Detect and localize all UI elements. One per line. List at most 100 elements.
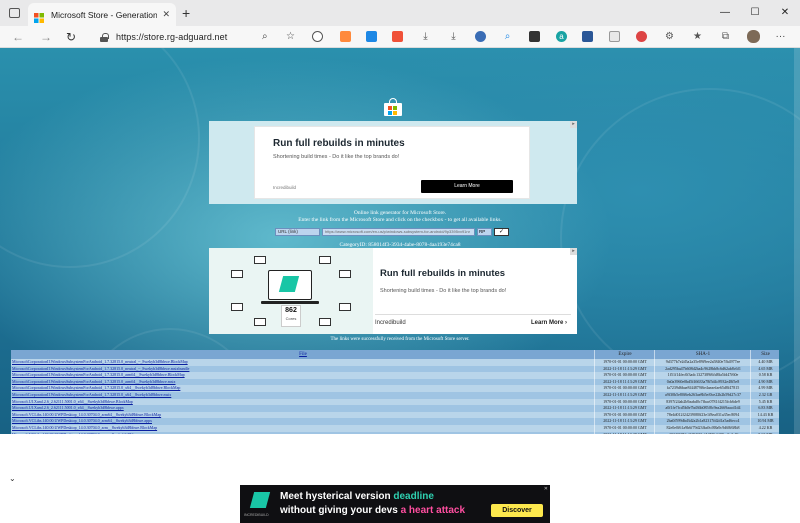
intro-text: Online link generator for Microsoft Stor…: [200, 210, 600, 224]
screenshot-icon[interactable]: [529, 31, 540, 42]
favorites-icon[interactable]: ★: [692, 31, 703, 42]
header-size: Size: [761, 352, 770, 357]
laptop-icon: [339, 270, 351, 278]
workspaces-icon[interactable]: [9, 8, 20, 18]
laptop-icon: [268, 270, 312, 300]
collections-icon[interactable]: ⧉: [720, 31, 731, 42]
lock-icon[interactable]: [100, 32, 109, 42]
file-link[interactable]: MicrosoftCorporationII.WindowsSubsystemF…: [11, 378, 595, 386]
ad-line-1b: deadline: [393, 491, 434, 502]
tab-microsoft-store[interactable]: Microsoft Store - Generation Pro ✕: [28, 3, 176, 26]
top-ad-banner[interactable]: ▸ Run full rebuilds in minutes Shortenin…: [209, 121, 577, 204]
file-link[interactable]: Microsoft.UI.Xaml.2.6_2.62111.5001.0_x64…: [11, 398, 595, 406]
save-icon[interactable]: ⤓: [448, 31, 459, 42]
cores-badge: 862 Cores: [281, 305, 301, 327]
ad-brand: Incredibuild: [273, 185, 297, 190]
submit-checkmark-button[interactable]: ✓: [494, 228, 509, 236]
size-cell: 4.90 MB: [758, 378, 773, 384]
file-link[interactable]: MicrosoftCorporationII.WindowsSubsystemF…: [11, 391, 595, 399]
refresh-button[interactable]: ↻: [66, 29, 76, 45]
ad-card[interactable]: Run full rebuilds in minutes Shortening …: [254, 126, 530, 199]
file-link[interactable]: MicrosoftCorporationII.WindowsSubsystemF…: [11, 359, 595, 366]
table-row: Microsoft.VCLibs.140.00.UWPDesktop_14.0.…: [11, 418, 779, 425]
type-select[interactable]: URL (link): [275, 228, 320, 236]
extensions-icon[interactable]: ⚙: [664, 31, 675, 42]
ad-learn-more-link[interactable]: Learn More ›: [531, 320, 567, 326]
ad-line-1a: Meet hysterical version: [280, 491, 394, 502]
size-cell: 2.32 GB: [758, 391, 773, 397]
file-link[interactable]: Microsoft.VCLibs.140.00.UWPDesktop_14.0.…: [11, 424, 595, 432]
intro-line-1: Online link generator for Microsoft Stor…: [353, 210, 447, 216]
close-tab-icon[interactable]: ✕: [162, 9, 170, 20]
forward-button[interactable]: →: [40, 29, 52, 45]
ad-learn-more-button[interactable]: Learn More: [421, 180, 513, 193]
add-favorite-icon[interactable]: ☆: [286, 29, 295, 45]
cloud-icon[interactable]: [475, 31, 486, 42]
ad-choices-icon[interactable]: ▸: [570, 248, 577, 255]
ring-select[interactable]: RP: [477, 228, 492, 236]
ad-headline: Run full rebuilds in minutes: [273, 138, 405, 149]
read-aloud-icon[interactable]: [312, 31, 323, 42]
close-window-button[interactable]: ✕: [770, 0, 800, 26]
laptop-base: [261, 301, 319, 304]
table-row: MicrosoftCorporationII.WindowsSubsystemF…: [11, 359, 779, 366]
bottom-ad-banner[interactable]: INCREDIBUILD Meet hysterical version dea…: [240, 485, 550, 523]
more-icon[interactable]: ···: [775, 31, 786, 42]
sha1-cell: 82e0e0f61a9b6f79d23fba9cf88a9c9d68f68b8: [655, 424, 751, 432]
expire-cell: 1970-01-01 00:00:00 GMT: [595, 424, 655, 432]
ad-line-2a: without giving your devs: [280, 505, 401, 516]
minimize-button[interactable]: —: [710, 0, 740, 26]
new-tab-button[interactable]: +: [182, 6, 190, 20]
window-controls: — ☐ ✕: [710, 0, 800, 26]
address-bar[interactable]: https://store.rg-adguard.net: [92, 28, 302, 46]
size-cell: 6.83 MB: [758, 405, 773, 411]
back-button[interactable]: ←: [12, 29, 24, 45]
table-row: MicrosoftCorporationII.WindowsSubsystemF…: [11, 372, 779, 379]
profile-avatar[interactable]: [747, 30, 760, 43]
laptop-icon: [319, 318, 331, 326]
expire-cell: 1970-01-01 00:00:00 GMT: [595, 372, 655, 379]
sha1-cell: 1f51f14fec0f3adc1327389f6fd8fa5fd47f60e: [655, 372, 751, 379]
cores-label: Cores: [285, 316, 297, 321]
table-row: MicrosoftCorporationII.WindowsSubsystemF…: [11, 365, 779, 373]
file-link[interactable]: Microsoft.VCLibs.140.00.UWPDesktop_14.0.…: [11, 418, 595, 425]
middle-ad-banner[interactable]: 862 Cores ▸ Run full rebuilds in minutes…: [209, 248, 577, 334]
close-ad-icon[interactable]: ✕: [544, 486, 548, 492]
extension-4-icon[interactable]: [609, 31, 620, 42]
microsoft-store-icon: [384, 98, 402, 116]
file-link[interactable]: MicrosoftCorporationII.WindowsSubsystemF…: [11, 365, 595, 373]
file-link[interactable]: MicrosoftCorporationII.WindowsSubsystemF…: [11, 385, 595, 392]
table-row: Microsoft.UI.Xaml.2.6_2.62111.5001.0_x64…: [11, 398, 779, 406]
laptop-icon: [231, 270, 243, 278]
extension-3-icon[interactable]: [582, 31, 593, 42]
browser-toolbar: ← → ↻ https://store.rg-adguard.net ⌕ ☆ ⤓…: [0, 26, 800, 48]
adguard-icon[interactable]: [636, 31, 647, 42]
sha1-cell: 2ba0f599dbd3d2a2b1a82317fd2d1a5ad6ecc4: [655, 418, 751, 425]
page-viewport: ▸ Run full rebuilds in minutes Shortenin…: [0, 48, 800, 523]
maximize-button[interactable]: ☐: [740, 0, 770, 26]
extension-1-icon[interactable]: [340, 31, 351, 42]
collapse-ad-icon[interactable]: ⌄: [9, 474, 16, 483]
swift-extension-icon[interactable]: [392, 31, 403, 42]
discover-button[interactable]: Discover: [491, 504, 543, 517]
sha1-cell: 0a0a3960e0bd5f46633a78f5d4c8932e48f5e8: [655, 378, 751, 386]
size-cell: 4.99 MB: [758, 385, 773, 391]
file-link[interactable]: Microsoft.UI.Xaml.2.6_2.62111.5001.0_x64…: [11, 405, 595, 412]
extension-2-icon[interactable]: [366, 31, 377, 42]
file-link[interactable]: MicrosoftCorporationII.WindowsSubsystemF…: [11, 372, 595, 379]
page-scrollbar[interactable]: [794, 48, 800, 434]
url-input[interactable]: https://www.microsoft.com/en-us/p/window…: [322, 228, 475, 236]
address-text[interactable]: https://store.rg-adguard.net: [116, 32, 227, 42]
expire-cell: 1970-01-01 00:00:00 GMT: [595, 359, 655, 366]
ad-choices-icon[interactable]: ▸: [570, 121, 577, 128]
download-icon[interactable]: ⤓: [420, 31, 431, 42]
search-icon[interactable]: ⌕: [502, 31, 513, 42]
zoom-icon[interactable]: ⌕: [262, 29, 268, 45]
file-link[interactable]: Microsoft.VCLibs.140.00.UWPDesktop_14.0.…: [11, 411, 595, 419]
size-cell: 4.65 MB: [758, 365, 773, 371]
extension-a-icon[interactable]: a: [556, 31, 567, 42]
expire-cell: 1970-01-01 00:00:00 GMT: [595, 385, 655, 392]
ad-divider: [375, 314, 571, 315]
table-row: MicrosoftCorporationII.WindowsSubsystemF…: [11, 385, 779, 392]
expire-cell: 2022-11-18 11:13:29 GMT: [595, 405, 655, 412]
